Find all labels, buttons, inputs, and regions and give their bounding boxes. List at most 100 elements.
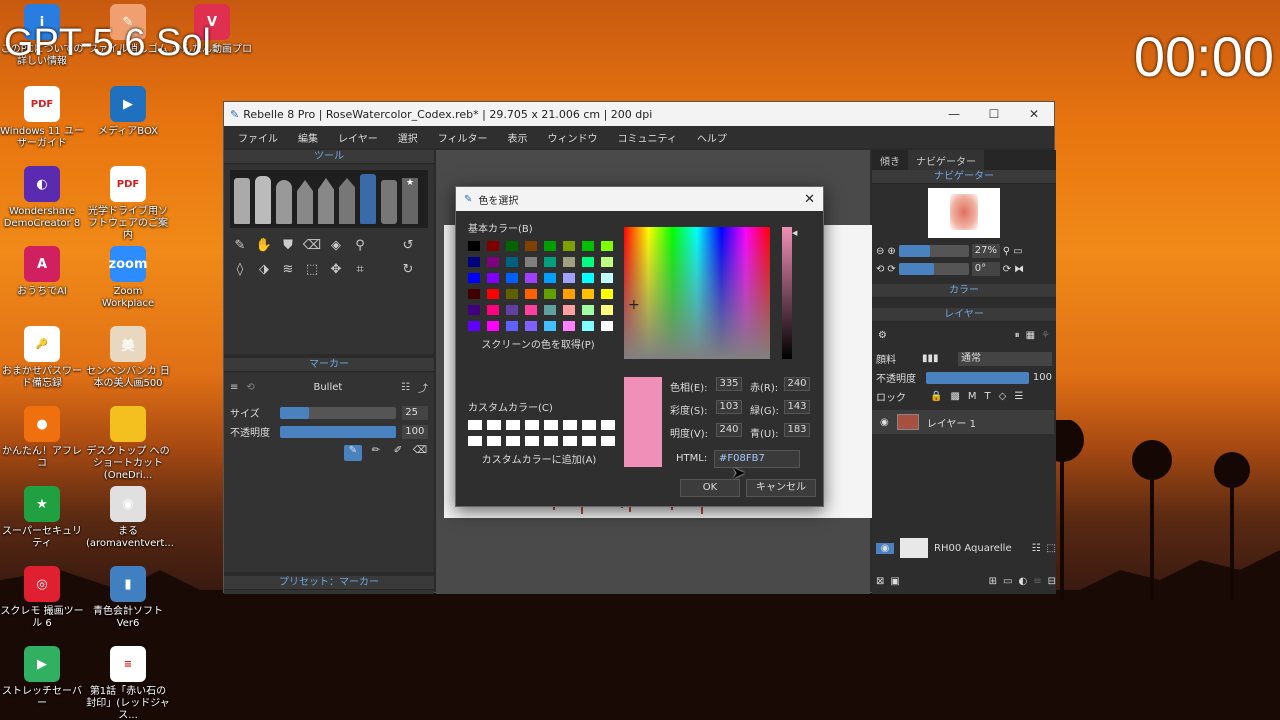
ok-button[interactable]: OK bbox=[680, 479, 740, 497]
mask-icon[interactable]: M bbox=[968, 391, 977, 402]
desktop-icon[interactable]: PDF 光学ドライブ用ソフトウェアのご案内 bbox=[86, 166, 170, 242]
crop-icon[interactable]: ⌗ bbox=[350, 260, 370, 280]
basic-color-swatch[interactable] bbox=[468, 241, 480, 251]
basic-color-swatch[interactable] bbox=[582, 289, 594, 299]
menu-item[interactable]: ヘルプ bbox=[687, 130, 737, 145]
custom-color-swatch[interactable] bbox=[487, 420, 501, 430]
checker-icon[interactable]: ▩ bbox=[950, 391, 959, 402]
paper-name[interactable]: RH00 Aquarelle bbox=[934, 543, 1012, 554]
basic-color-swatch[interactable] bbox=[563, 257, 575, 267]
basic-color-swatch[interactable] bbox=[506, 289, 518, 299]
blue-input[interactable]: 183 bbox=[784, 423, 810, 437]
desktop-icon[interactable]: ◉ まる (aromaventvert... bbox=[86, 486, 174, 550]
water-drop-icon[interactable]: ◊ bbox=[230, 260, 250, 280]
basic-color-swatch[interactable] bbox=[601, 273, 613, 283]
fill-icon[interactable]: ◈ bbox=[326, 236, 346, 256]
basic-color-swatch[interactable] bbox=[468, 257, 480, 267]
basic-color-swatch[interactable] bbox=[506, 321, 518, 331]
redo-icon[interactable]: ↻ bbox=[398, 260, 418, 280]
fullscreen-icon[interactable]: ▭ bbox=[1013, 246, 1022, 257]
menu-item[interactable]: 編集 bbox=[288, 130, 328, 145]
maximize-button[interactable]: ☐ bbox=[974, 107, 1014, 121]
size-value[interactable]: 25 bbox=[402, 405, 428, 420]
basic-color-swatch[interactable] bbox=[582, 241, 594, 251]
paint-mode-icon[interactable]: ▮▮▮ bbox=[922, 353, 939, 364]
basic-color-swatch[interactable] bbox=[487, 289, 499, 299]
green-input[interactable]: 143 bbox=[784, 400, 810, 414]
remove-layer-icon[interactable]: ⊟ bbox=[1048, 576, 1056, 587]
visibility-icon[interactable]: ◉ bbox=[880, 417, 889, 428]
basic-color-swatch[interactable] bbox=[601, 257, 613, 267]
basic-color-swatch[interactable] bbox=[525, 305, 537, 315]
desktop-icon[interactable]: ◎ スクレモ 撮画ツール 6 bbox=[0, 566, 84, 630]
eyedropper-icon[interactable]: ⚲ bbox=[350, 236, 370, 256]
menu-item[interactable]: レイヤー bbox=[328, 130, 388, 145]
menu-item[interactable]: 表示 bbox=[498, 130, 538, 145]
custom-color-swatch[interactable] bbox=[582, 420, 596, 430]
cancel-button[interactable]: キャンセル bbox=[746, 479, 816, 497]
reset-icon[interactable]: ⟲ bbox=[246, 382, 254, 393]
sat-input[interactable]: 103 bbox=[716, 400, 742, 414]
basic-color-swatch[interactable] bbox=[582, 257, 594, 267]
hue-input[interactable]: 335 bbox=[716, 377, 742, 391]
stamp-icon[interactable]: ⛊ bbox=[278, 236, 298, 256]
size-slider[interactable] bbox=[279, 406, 397, 419]
rotate-left-icon[interactable]: ⟲ bbox=[876, 264, 884, 275]
marker-mode-3-icon[interactable]: ✐ bbox=[390, 445, 406, 461]
flip-icon[interactable]: ⧓ bbox=[1014, 264, 1024, 275]
custom-color-swatch[interactable] bbox=[601, 436, 615, 446]
wet-icon[interactable]: ⚘ bbox=[1041, 330, 1050, 341]
minimize-button[interactable]: — bbox=[934, 107, 974, 121]
basic-color-swatch[interactable] bbox=[525, 257, 537, 267]
hue-saturation-field[interactable]: + bbox=[624, 227, 770, 359]
val-input[interactable]: 240 bbox=[716, 423, 742, 437]
basic-color-swatch[interactable] bbox=[487, 305, 499, 315]
undo-icon[interactable]: ↺ bbox=[398, 236, 418, 256]
desktop-icon[interactable]: ▶ メディアBOX bbox=[86, 86, 170, 138]
add-layer-icon[interactable]: ⊞ bbox=[989, 576, 997, 587]
psd-icon[interactable]: ▣ bbox=[890, 576, 899, 587]
custom-color-swatch[interactable] bbox=[544, 436, 558, 446]
basic-color-swatch[interactable] bbox=[544, 241, 556, 251]
custom-color-swatch[interactable] bbox=[487, 436, 501, 446]
pick-screen-color-button[interactable]: スクリーンの色を取得(P) bbox=[478, 338, 598, 356]
basic-color-swatch[interactable] bbox=[544, 273, 556, 283]
basic-color-swatch[interactable] bbox=[468, 321, 480, 331]
basic-color-swatch[interactable] bbox=[582, 273, 594, 283]
basic-color-swatch[interactable] bbox=[468, 305, 480, 315]
opacity-value[interactable]: 100 bbox=[402, 424, 428, 439]
brush-name[interactable]: Bullet bbox=[313, 382, 342, 393]
basic-color-swatch[interactable] bbox=[468, 289, 480, 299]
ink-pen-tool[interactable] bbox=[339, 178, 355, 224]
desktop-icon[interactable]: 🔑 おまかせパスワード備忘録 bbox=[0, 326, 84, 390]
custom-color-swatch[interactable] bbox=[544, 420, 558, 430]
custom-color-swatch[interactable] bbox=[563, 420, 577, 430]
basic-color-swatch[interactable] bbox=[563, 273, 575, 283]
custom-color-swatch[interactable] bbox=[506, 436, 520, 446]
custom-color-swatch[interactable] bbox=[506, 420, 520, 430]
basic-color-swatch[interactable] bbox=[487, 241, 499, 251]
zoom-slider[interactable] bbox=[898, 245, 969, 257]
desktop-icon[interactable]: ★ スーパーセキュリティ bbox=[0, 486, 84, 550]
menu-item[interactable]: ファイル bbox=[228, 130, 288, 145]
dialog-titlebar[interactable]: ✎ 色を選択 ✕ bbox=[456, 187, 823, 211]
marker-mode-icon[interactable]: ✎ bbox=[344, 445, 362, 461]
basic-color-swatch[interactable] bbox=[506, 305, 518, 315]
basic-color-swatch[interactable] bbox=[506, 241, 518, 251]
rotate-slider[interactable] bbox=[898, 263, 969, 275]
menu-item[interactable]: コミュニティ bbox=[608, 130, 687, 145]
blend-icon[interactable]: ✋ bbox=[254, 236, 274, 256]
rotate-right-icon[interactable]: ⟳ bbox=[887, 264, 895, 275]
html-input[interactable]: #F08FB7 bbox=[714, 450, 800, 468]
custom-brush-tool[interactable]: ★ bbox=[402, 178, 418, 224]
layer-settings-icon[interactable]: ⚙ bbox=[878, 330, 887, 341]
basic-color-swatch[interactable] bbox=[601, 289, 613, 299]
rotate-value[interactable]: 0° bbox=[971, 262, 1000, 276]
folder-icon[interactable]: ▭ bbox=[1003, 576, 1012, 587]
zoom-fit-icon[interactable]: ⚲ bbox=[1003, 246, 1010, 257]
blow-icon[interactable]: ≋ bbox=[278, 260, 298, 280]
menu-icon[interactable]: ≡ bbox=[230, 382, 238, 393]
custom-color-swatch[interactable] bbox=[563, 436, 577, 446]
transform-icon[interactable]: ✥ bbox=[326, 260, 346, 280]
stroke-icon[interactable]: ⤴ bbox=[418, 380, 428, 395]
